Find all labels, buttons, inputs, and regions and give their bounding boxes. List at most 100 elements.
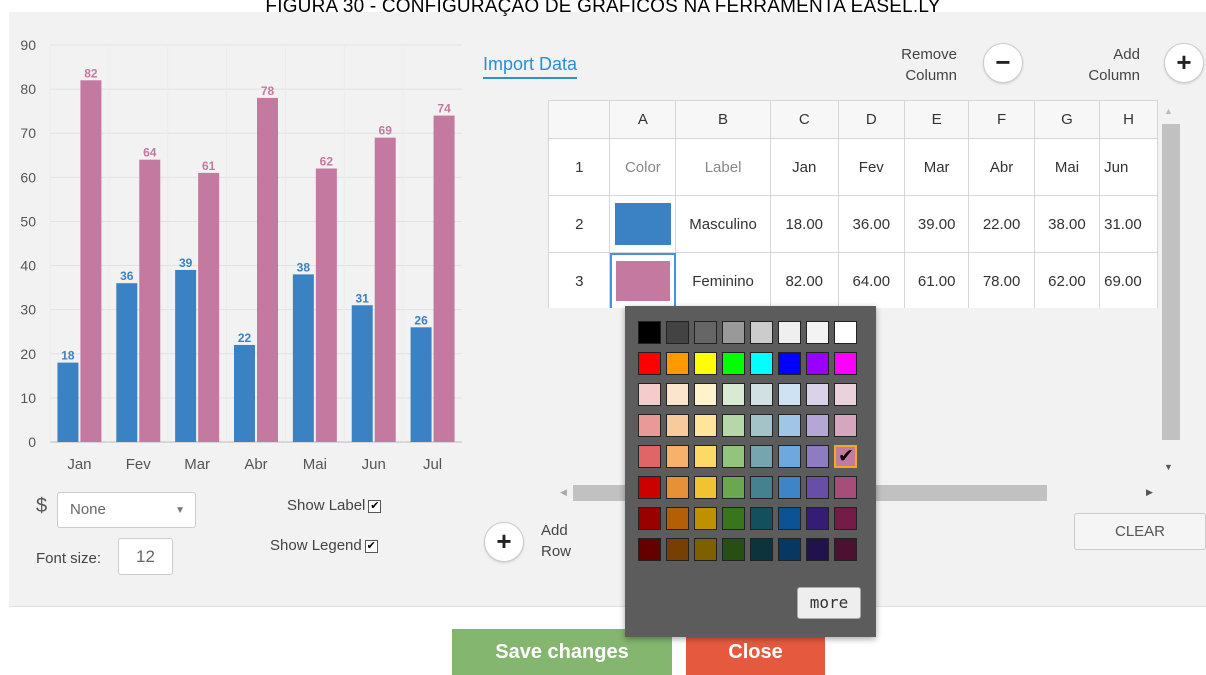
color-swatch[interactable] — [722, 352, 745, 375]
color-swatch[interactable] — [834, 414, 857, 437]
color-swatch[interactable] — [638, 414, 661, 437]
color-swatch[interactable] — [750, 538, 773, 561]
color-swatch[interactable] — [722, 476, 745, 499]
table-cell[interactable]: 18.00 — [769, 195, 839, 253]
table-cell[interactable]: Jun — [1099, 138, 1158, 196]
table-cell[interactable]: Masculino — [675, 195, 771, 253]
table-cell[interactable]: Mar — [903, 138, 970, 196]
column-header-a[interactable]: A — [609, 100, 677, 139]
font-size-input[interactable]: 12 — [118, 538, 173, 575]
color-swatch[interactable] — [750, 352, 773, 375]
color-swatch[interactable] — [806, 538, 829, 561]
color-swatch[interactable] — [750, 445, 773, 468]
series-color-swatch[interactable] — [614, 203, 671, 245]
color-swatch-selected[interactable]: ✔ — [834, 445, 857, 468]
remove-column-button[interactable]: − — [983, 43, 1023, 83]
color-swatch[interactable] — [778, 507, 801, 530]
color-swatch[interactable] — [750, 507, 773, 530]
table-cell[interactable]: 61.00 — [903, 252, 970, 308]
show-label-option[interactable]: Show Label ✔ — [287, 497, 382, 514]
color-swatch[interactable] — [778, 414, 801, 437]
color-swatch[interactable] — [806, 476, 829, 499]
scroll-up-icon[interactable]: ▲ — [1164, 106, 1173, 116]
color-swatch[interactable] — [750, 321, 773, 344]
color-swatch[interactable] — [806, 445, 829, 468]
table-cell[interactable]: 69.00 — [1099, 252, 1158, 308]
color-swatch[interactable] — [666, 507, 689, 530]
add-column-button[interactable]: + — [1164, 43, 1204, 83]
color-swatch[interactable] — [750, 414, 773, 437]
scroll-right-icon[interactable]: ▶ — [1146, 487, 1153, 498]
show-label-checkbox[interactable]: ✔ — [368, 499, 382, 513]
color-swatch[interactable] — [666, 538, 689, 561]
color-swatch[interactable] — [834, 352, 857, 375]
color-swatch[interactable] — [750, 476, 773, 499]
color-swatch[interactable] — [834, 538, 857, 561]
table-cell[interactable]: 38.00 — [1033, 195, 1101, 253]
color-swatch[interactable] — [666, 383, 689, 406]
color-swatch[interactable] — [834, 321, 857, 344]
column-header-b[interactable]: B — [675, 100, 771, 139]
color-swatch[interactable] — [666, 445, 689, 468]
table-cell[interactable]: 78.00 — [968, 252, 1035, 308]
more-colors-button[interactable]: more — [797, 587, 861, 619]
series-color-swatch[interactable] — [615, 261, 670, 301]
color-swatch[interactable] — [666, 414, 689, 437]
table-cell[interactable]: Label — [675, 138, 771, 196]
import-data-link[interactable]: Import Data — [483, 54, 578, 79]
color-swatch[interactable] — [694, 445, 717, 468]
table-cell[interactable]: Fev — [837, 138, 905, 196]
color-swatch[interactable] — [806, 507, 829, 530]
color-swatch[interactable] — [778, 476, 801, 499]
color-cell-selected[interactable] — [609, 252, 677, 308]
color-swatch[interactable] — [666, 476, 689, 499]
column-header-d[interactable]: D — [837, 100, 905, 139]
table-cell[interactable]: Jan — [769, 138, 839, 196]
color-swatch[interactable] — [694, 476, 717, 499]
column-header-h[interactable]: H — [1099, 100, 1158, 139]
table-cell[interactable]: 22.00 — [968, 195, 1035, 253]
table-cell[interactable]: 64.00 — [837, 252, 905, 308]
color-swatch[interactable] — [666, 321, 689, 344]
color-swatch[interactable] — [694, 321, 717, 344]
color-swatch[interactable] — [694, 352, 717, 375]
color-swatch[interactable] — [806, 383, 829, 406]
column-header-f[interactable]: F — [968, 100, 1035, 139]
color-swatch[interactable] — [778, 352, 801, 375]
table-cell[interactable]: Feminino — [675, 252, 771, 308]
color-swatch[interactable] — [722, 321, 745, 344]
column-header-g[interactable]: G — [1033, 100, 1101, 139]
color-swatch[interactable] — [694, 507, 717, 530]
color-swatch[interactable] — [722, 538, 745, 561]
color-cell[interactable] — [609, 195, 677, 253]
color-swatch[interactable] — [722, 414, 745, 437]
table-cell[interactable]: 62.00 — [1033, 252, 1101, 308]
table-cell[interactable]: 82.00 — [769, 252, 839, 308]
color-swatch[interactable] — [834, 383, 857, 406]
table-cell[interactable]: Mai — [1033, 138, 1101, 196]
color-swatch[interactable] — [778, 538, 801, 561]
color-swatch[interactable] — [638, 352, 661, 375]
color-swatch[interactable] — [694, 383, 717, 406]
clear-button[interactable]: CLEAR — [1074, 513, 1206, 550]
color-swatch[interactable] — [834, 507, 857, 530]
color-swatch[interactable] — [806, 352, 829, 375]
table-cell[interactable]: Color — [609, 138, 677, 196]
color-swatch[interactable] — [750, 383, 773, 406]
color-swatch[interactable] — [722, 445, 745, 468]
color-swatch[interactable] — [778, 383, 801, 406]
table-cell[interactable]: 36.00 — [837, 195, 905, 253]
color-swatch[interactable] — [638, 383, 661, 406]
color-swatch[interactable] — [806, 414, 829, 437]
add-row-button[interactable]: + — [484, 522, 524, 562]
color-swatch[interactable] — [806, 321, 829, 344]
color-swatch[interactable] — [778, 445, 801, 468]
color-swatch[interactable] — [638, 321, 661, 344]
column-header-c[interactable]: C — [769, 100, 839, 139]
scroll-left-icon[interactable]: ◀ — [560, 487, 567, 498]
color-swatch[interactable] — [834, 476, 857, 499]
vertical-scroll-thumb[interactable] — [1162, 124, 1180, 440]
color-swatch[interactable] — [778, 321, 801, 344]
color-swatch[interactable] — [722, 383, 745, 406]
color-swatch[interactable] — [638, 507, 661, 530]
